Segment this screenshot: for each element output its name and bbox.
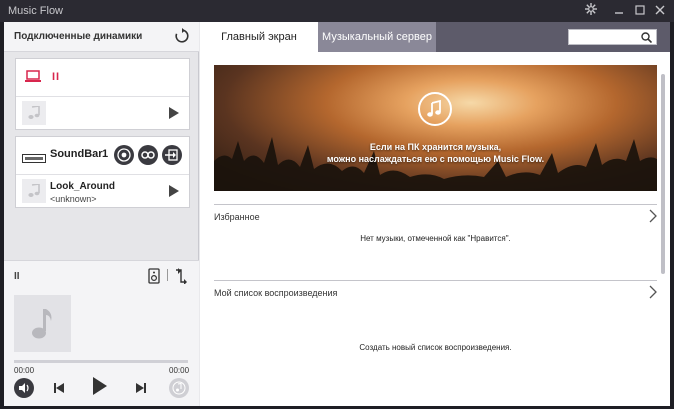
next-icon[interactable] <box>135 381 147 399</box>
favorites-empty-message: Нет музыки, отмеченной как "Нравится". <box>360 234 511 243</box>
laptop-icon <box>25 70 41 88</box>
track-thumbnail <box>22 101 46 125</box>
speaker-card-soundbar[interactable]: SoundBar 1 Look_Around <unknown> <box>15 136 190 208</box>
soundbar-icon <box>22 150 46 168</box>
time-total: 00:00 <box>169 366 190 375</box>
speaker-status: II <box>52 71 61 83</box>
search-box[interactable] <box>568 29 657 45</box>
scrollbar-thumb[interactable] <box>661 74 665 274</box>
speaker-card-pc[interactable]: II <box>15 58 190 130</box>
banner-line-1: Если на ПК хранится музыка, <box>369 142 502 152</box>
section-divider <box>214 280 657 281</box>
speakers-header: Подключенные динамики <box>4 22 199 52</box>
music-flow-icon[interactable] <box>169 378 189 398</box>
previous-icon[interactable] <box>53 381 65 399</box>
speaker-select-icon[interactable] <box>148 268 162 289</box>
settings-icon[interactable] <box>583 3 599 19</box>
home-content: Если на ПК хранится музыка, можно наслаж… <box>200 52 670 406</box>
title-bar: Music Flow <box>0 0 674 22</box>
track-thumbnail <box>22 179 46 203</box>
maximize-button[interactable] <box>632 3 648 19</box>
main-panel: Главный экран Музыкальный сервер Если на… <box>200 22 670 406</box>
play-button[interactable] <box>92 376 108 401</box>
minimize-button[interactable] <box>611 3 627 19</box>
playlist-title[interactable]: Мой список воспроизведения <box>214 288 337 298</box>
group-link-button[interactable] <box>138 145 158 165</box>
close-button[interactable] <box>652 3 668 19</box>
speaker-name: SoundBar <box>50 148 103 160</box>
volume-dial-button[interactable] <box>114 145 134 165</box>
player-status: II <box>14 271 20 282</box>
tab-music-server[interactable]: Музыкальный сервер <box>318 22 436 52</box>
search-icon[interactable] <box>641 32 652 43</box>
speakers-panel: Подключенные динамики II SoundBar 1 Look… <box>4 22 199 406</box>
chevron-right-icon[interactable] <box>648 285 658 299</box>
create-playlist-link[interactable]: Создать новый список воспроизведения. <box>214 343 657 352</box>
mini-player: II 00:00 00:00 <box>4 260 199 406</box>
music-note-icon <box>418 92 452 126</box>
tab-bar: Главный экран Музыкальный сервер <box>200 22 670 52</box>
window-title: Music Flow <box>8 5 64 17</box>
volume-button[interactable] <box>14 378 34 398</box>
speakers-header-label: Подключенные динамики <box>14 31 143 42</box>
app-frame: Подключенные динамики II SoundBar 1 Look… <box>4 22 670 406</box>
now-playing-row[interactable] <box>16 97 189 129</box>
input-source-button[interactable] <box>162 145 182 165</box>
progress-bar[interactable] <box>14 360 188 363</box>
player-divider <box>167 269 168 281</box>
promo-banner: Если на ПК хранится музыка, можно наслаж… <box>214 65 657 191</box>
scrollbar[interactable] <box>661 74 665 404</box>
song-title: Look_Around <box>50 181 115 192</box>
speaker-row-pc[interactable]: II <box>16 59 189 96</box>
play-icon[interactable] <box>169 185 179 197</box>
tab-home[interactable]: Главный экран <box>200 22 318 52</box>
refresh-icon[interactable] <box>174 28 190 44</box>
now-playing-row-soundbar[interactable]: Look_Around <unknown> <box>16 175 189 207</box>
speaker-row-soundbar[interactable]: SoundBar 1 <box>16 137 189 174</box>
speaker-count: 1 <box>102 148 109 160</box>
favorites-title[interactable]: Избранное <box>214 212 260 222</box>
banner-line-2: можно наслаждаться ею с помощью Music Fl… <box>326 154 545 164</box>
album-art <box>14 295 71 352</box>
banner-text: Если на ПК хранится музыка, можно наслаж… <box>214 141 657 165</box>
chevron-right-icon[interactable] <box>648 209 658 223</box>
search-input[interactable] <box>571 30 639 44</box>
section-divider <box>214 204 657 205</box>
time-current: 00:00 <box>14 366 35 375</box>
song-artist: <unknown> <box>50 194 97 204</box>
switch-output-icon[interactable] <box>174 268 188 289</box>
play-icon[interactable] <box>169 107 179 119</box>
